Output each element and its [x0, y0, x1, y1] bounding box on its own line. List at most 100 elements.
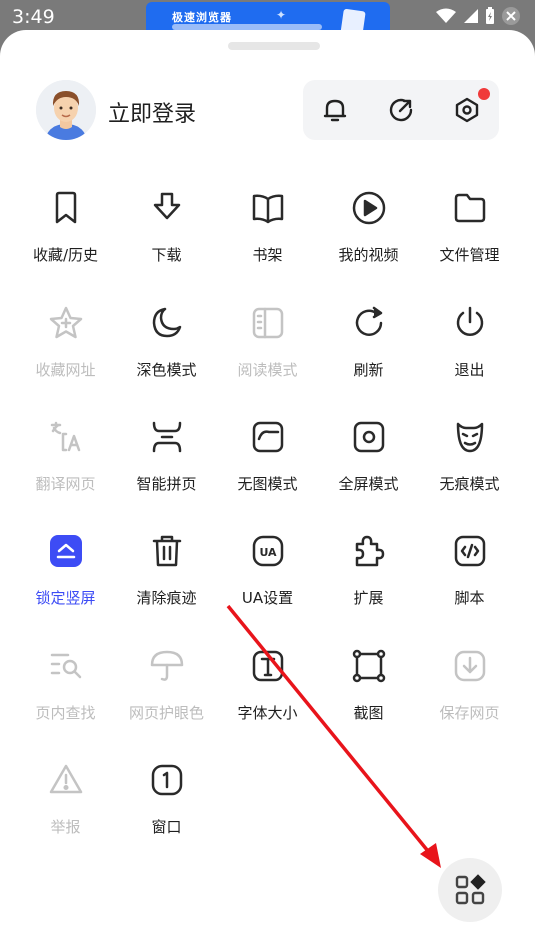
drag-handle[interactable] [228, 42, 320, 50]
menu-item-label: 全屏模式 [338, 475, 399, 493]
menu-item-fullscreen[interactable]: 全屏模式 [318, 419, 419, 519]
menu-item-book[interactable]: 书架 [217, 190, 318, 290]
menu-item-find[interactable]: 页内查找 [15, 648, 116, 748]
menu-item-label: 我的视频 [338, 246, 399, 264]
menu-item-font-size[interactable]: 字体大小 [217, 648, 318, 748]
bell-icon[interactable] [303, 80, 367, 140]
menu-item-label: 窗口 [151, 818, 182, 836]
menu-item-lock-portrait[interactable]: 锁定竖屏 [15, 533, 116, 633]
menu-item-trash[interactable]: 清除痕迹 [116, 533, 217, 633]
svg-text:UA: UA [259, 546, 277, 559]
menu-item-label: 字体大小 [237, 704, 298, 722]
menu-item-bookmark[interactable]: 收藏/历史 [15, 190, 116, 290]
menu-item-window[interactable]: 窗口 [116, 762, 217, 862]
avatar[interactable] [36, 80, 96, 140]
banner-title: 极速浏览器 [172, 11, 232, 24]
avatar-illustration [36, 80, 96, 140]
puzzle-icon [351, 533, 387, 569]
fullscreen-icon [351, 419, 387, 455]
download-icon [149, 190, 185, 226]
menu-item-download[interactable]: 下载 [116, 190, 217, 290]
menu-item-label: 文件管理 [439, 246, 500, 264]
notification-banner[interactable]: 极速浏览器 ✦ [146, 2, 390, 32]
menu-item-umbrella[interactable]: 网页护眼色 [116, 648, 217, 748]
menu-item-label: 截图 [353, 704, 384, 722]
lock-portrait-icon [48, 533, 84, 569]
grid-icon [455, 874, 486, 905]
save-page-icon [452, 648, 488, 684]
folder-icon [452, 190, 488, 226]
script-icon [452, 533, 488, 569]
menu-item-folder[interactable]: 文件管理 [419, 190, 520, 290]
translate-icon [48, 419, 84, 455]
notification-dot [478, 88, 490, 100]
menu-item-label: 网页护眼色 [128, 704, 204, 722]
play-icon [351, 190, 387, 226]
status-time: 3:49 [12, 6, 55, 28]
document-icon [340, 8, 366, 32]
sparkle-icon: ✦ [276, 8, 287, 22]
menu-item-label: 智能拼页 [136, 475, 197, 493]
menu-item-star-add[interactable]: 收藏网址 [15, 305, 116, 405]
bookmark-icon [48, 190, 84, 226]
window-icon [149, 762, 185, 798]
menu-item-puzzle[interactable]: 扩展 [318, 533, 419, 633]
menu-item-refresh[interactable]: 刷新 [318, 305, 419, 405]
menu-item-label: 收藏/历史 [32, 246, 99, 264]
menu-item-label: 保存网页 [439, 704, 500, 722]
menu-item-label: 翻译网页 [35, 475, 96, 493]
menu-item-label: 退出 [454, 361, 485, 379]
menu-item-save-page[interactable]: 保存网页 [419, 648, 520, 748]
menu-item-reader[interactable]: 阅读模式 [217, 305, 318, 405]
share-icon[interactable] [369, 80, 433, 140]
no-image-icon [250, 419, 286, 455]
menu-item-label: 无痕模式 [439, 475, 500, 493]
menu-item-label: 深色模式 [136, 361, 197, 379]
book-icon [250, 190, 286, 226]
menu-item-script[interactable]: 脚本 [419, 533, 520, 633]
status-icons [435, 6, 521, 26]
menu-item-label: 收藏网址 [35, 361, 96, 379]
toolbox-button[interactable] [438, 858, 502, 922]
settings-icon[interactable] [435, 80, 499, 140]
power-icon [452, 305, 488, 341]
menu-item-screenshot[interactable]: 截图 [318, 648, 419, 748]
menu-item-label: 阅读模式 [237, 361, 298, 379]
star-add-icon [48, 305, 84, 341]
signal-icon [464, 9, 478, 23]
menu-item-label: 清除痕迹 [136, 589, 197, 607]
menu-item-label: 页内查找 [35, 704, 96, 722]
merge-page-icon [149, 419, 185, 455]
screenshot-icon [351, 648, 387, 684]
menu-item-moon[interactable]: 深色模式 [116, 305, 217, 405]
warning-icon [48, 762, 84, 798]
menu-item-merge-page[interactable]: 智能拼页 [116, 419, 217, 519]
menu-item-translate[interactable]: 翻译网页 [15, 419, 116, 519]
battery-icon [486, 7, 494, 24]
menu-item-label: 脚本 [454, 589, 485, 607]
menu-item-incognito[interactable]: 无痕模式 [419, 419, 520, 519]
menu-item-play[interactable]: 我的视频 [318, 190, 419, 290]
menu-item-label: 书架 [252, 246, 283, 264]
incognito-icon [452, 419, 488, 455]
menu-item-label: 无图模式 [237, 475, 298, 493]
menu-item-label: 举报 [50, 818, 81, 836]
menu-item-ua[interactable]: UA UA设置 [217, 533, 318, 633]
reader-icon [250, 305, 286, 341]
close-notification-icon[interactable] [501, 6, 521, 26]
menu-item-label: 扩展 [353, 589, 384, 607]
trash-icon [149, 533, 185, 569]
find-icon [48, 648, 84, 684]
wifi-icon [436, 8, 456, 23]
menu-item-label: 锁定竖屏 [35, 589, 96, 607]
login-link[interactable]: 立即登录 [108, 96, 196, 128]
moon-icon [149, 305, 185, 341]
menu-item-label: 下载 [151, 246, 182, 264]
menu-item-power[interactable]: 退出 [419, 305, 520, 405]
menu-item-warning[interactable]: 举报 [15, 762, 116, 862]
refresh-icon [351, 305, 387, 341]
ua-icon: UA [250, 533, 286, 569]
menu-item-no-image[interactable]: 无图模式 [217, 419, 318, 519]
header-actions [303, 80, 499, 140]
umbrella-icon [149, 648, 185, 684]
